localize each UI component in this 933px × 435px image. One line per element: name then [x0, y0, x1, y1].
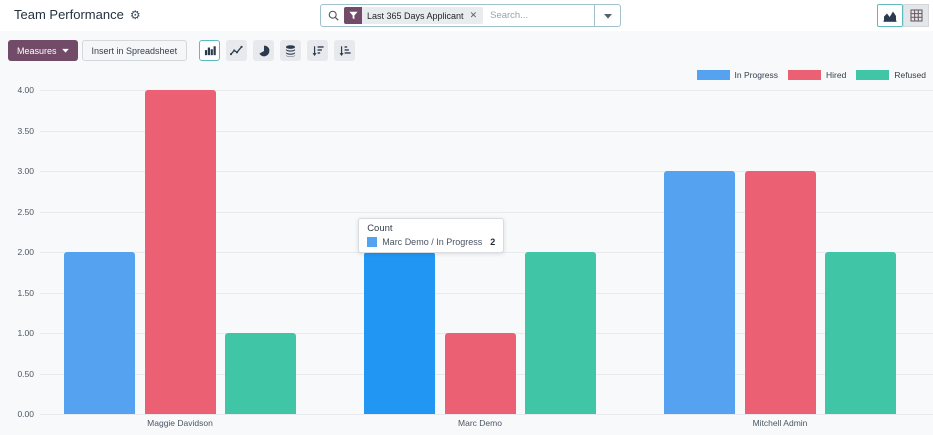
- bar-maggie-davidson-refused[interactable]: [225, 333, 296, 414]
- insert-in-spreadsheet-button[interactable]: Insert in Spreadsheet: [82, 40, 188, 61]
- y-axis-tick-label: 4.00: [4, 85, 34, 95]
- stacked-toggle-button[interactable]: [280, 40, 301, 61]
- legend-label: Refused: [894, 70, 926, 80]
- bar-maggie-davidson-in-progress[interactable]: [64, 252, 135, 414]
- bar-mitchell-admin-in-progress[interactable]: [664, 171, 735, 414]
- top-bar: Team Performance ⚙ Last 365 Days Applica…: [0, 0, 933, 31]
- y-axis-tick-label: 0.50: [4, 369, 34, 379]
- line-chart-button[interactable]: [226, 40, 247, 61]
- y-axis-tick-label: 3.00: [4, 166, 34, 176]
- graph-view-button[interactable]: [877, 4, 903, 27]
- app-window: Team Performance ⚙ Last 365 Days Applica…: [0, 0, 933, 435]
- x-axis-category-label: Mitchell Admin: [720, 418, 840, 428]
- bar-chart: In Progress Hired Refused 4.00 3.50 3.00 2.50…: [0, 62, 933, 435]
- legend-item-in-progress[interactable]: In Progress: [697, 70, 778, 80]
- caret-down-icon: [62, 48, 69, 53]
- x-axis-category-label: Maggie Davidson: [120, 418, 240, 428]
- pivot-view-icon: [910, 9, 923, 22]
- search-bar[interactable]: Last 365 Days Applicant ✕ Search...: [320, 4, 621, 27]
- view-switcher: [877, 4, 929, 27]
- chart-tooltip: Count Marc Demo / In Progress 2: [358, 218, 504, 253]
- graph-toolbar: Measures Insert in Spreadsheet: [8, 40, 357, 61]
- legend-swatch: [788, 70, 821, 80]
- legend-swatch: [697, 70, 730, 80]
- page-title: Team Performance: [14, 7, 124, 22]
- stacked-database-icon: [285, 45, 296, 57]
- sort-descending-button[interactable]: [307, 40, 328, 61]
- bar-mitchell-admin-refused[interactable]: [825, 252, 896, 414]
- measures-label: Measures: [17, 46, 57, 56]
- filter-funnel-icon: [344, 7, 362, 24]
- legend-label: In Progress: [735, 70, 778, 80]
- x-axis-category-label: Marc Demo: [420, 418, 540, 428]
- tooltip-series-swatch: [367, 237, 377, 247]
- tooltip-label: Marc Demo / In Progress: [382, 237, 482, 247]
- bar-marc-demo-hired[interactable]: [445, 333, 516, 414]
- tooltip-title: Count: [367, 223, 495, 234]
- graph-view-icon: [883, 9, 897, 22]
- bar-maggie-davidson-hired[interactable]: [145, 90, 216, 414]
- search-dropdown-toggle[interactable]: [594, 5, 620, 26]
- bar-chart-button[interactable]: [199, 40, 220, 61]
- gridline: [40, 414, 933, 415]
- sort-ascending-button[interactable]: [334, 40, 355, 61]
- sort-descending-icon: [312, 45, 324, 57]
- facet-label: Last 365 Days Applicant: [362, 7, 469, 24]
- bar-marc-demo-in-progress[interactable]: [364, 252, 435, 414]
- bar-mitchell-admin-hired[interactable]: [745, 171, 816, 414]
- pie-chart-icon: [258, 45, 270, 57]
- y-axis-tick-label: 0.00: [4, 409, 34, 419]
- y-axis-tick-label: 3.50: [4, 126, 34, 136]
- search-input-placeholder[interactable]: Search...: [483, 10, 594, 21]
- bar-marc-demo-refused[interactable]: [525, 252, 596, 414]
- search-icon: [321, 10, 344, 21]
- tooltip-value: 2: [490, 237, 495, 247]
- sort-ascending-icon: [339, 45, 351, 57]
- legend-item-hired[interactable]: Hired: [788, 70, 846, 80]
- legend-label: Hired: [826, 70, 846, 80]
- pie-chart-button[interactable]: [253, 40, 274, 61]
- legend-swatch: [856, 70, 889, 80]
- legend-item-refused[interactable]: Refused: [856, 70, 926, 80]
- measures-button[interactable]: Measures: [8, 40, 78, 61]
- pivot-view-button[interactable]: [903, 4, 929, 27]
- settings-gear-icon[interactable]: ⚙: [130, 9, 141, 21]
- bar-chart-icon: [204, 45, 216, 56]
- y-axis-tick-label: 1.00: [4, 328, 34, 338]
- remove-facet-icon[interactable]: ✕: [469, 7, 484, 24]
- y-axis-tick-label: 1.50: [4, 288, 34, 298]
- y-axis-tick-label: 2.00: [4, 247, 34, 257]
- line-chart-icon: [230, 45, 243, 56]
- chart-legend: In Progress Hired Refused: [697, 70, 926, 80]
- filter-facet[interactable]: Last 365 Days Applicant ✕: [344, 7, 483, 24]
- y-axis-tick-label: 2.50: [4, 207, 34, 217]
